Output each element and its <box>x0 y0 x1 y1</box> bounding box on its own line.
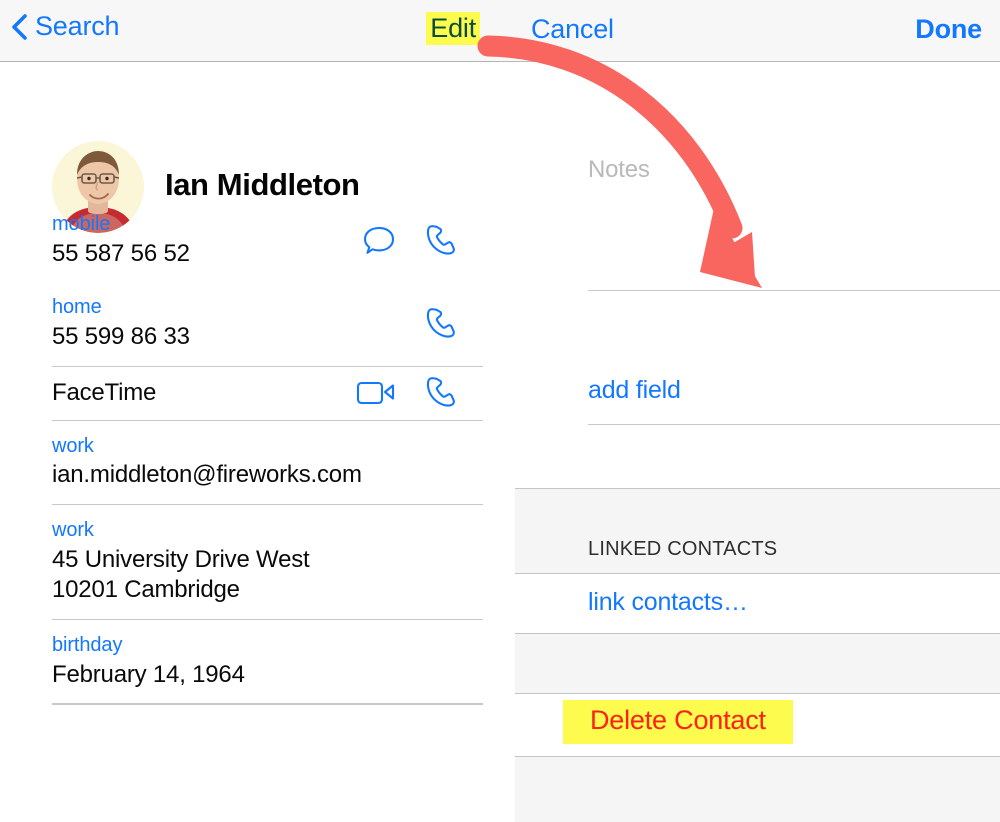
notes-field[interactable]: Notes <box>500 134 1000 291</box>
phone-handset-icon[interactable] <box>422 375 458 411</box>
edit-button[interactable]: Edit <box>426 12 480 45</box>
contact-field-row[interactable]: home 55 599 86 33 <box>0 282 500 365</box>
contact-field-value: ian.middleton@fireworks.com <box>52 461 362 489</box>
contact-field-row[interactable]: FaceTime <box>0 367 500 420</box>
contact-field-label: birthday <box>52 633 123 656</box>
chevron-left-icon <box>10 13 28 41</box>
linked-contacts-section-label: LINKED CONTACTS <box>588 538 778 560</box>
message-bubble-icon[interactable] <box>362 225 396 257</box>
left-navbar: Search Edit <box>0 0 500 62</box>
contact-name: Ian Middleton <box>165 167 360 202</box>
back-to-search-button[interactable]: Search <box>10 11 120 42</box>
screenshot-root: Search Edit Ian Middleton mobile 55 587 … <box>0 0 1000 822</box>
bottom-spacer-band <box>515 756 1000 822</box>
link-contacts-row[interactable]: link contacts… <box>500 575 1000 632</box>
link-contacts-label: link contacts… <box>588 588 748 616</box>
phone-handset-icon[interactable] <box>422 306 458 342</box>
phone-handset-icon[interactable] <box>422 223 458 259</box>
contact-header: Ian Middleton <box>0 62 500 233</box>
contact-detail-panel: Search Edit Ian Middleton mobile 55 587 … <box>0 0 500 822</box>
back-button-label: Search <box>35 11 120 41</box>
contact-field-label: work <box>52 434 94 457</box>
linked-contacts-section-header: LINKED CONTACTS <box>515 488 1000 574</box>
notes-placeholder: Notes <box>588 156 650 183</box>
contact-field-actions <box>362 223 458 259</box>
cancel-button[interactable]: Cancel <box>531 14 614 45</box>
contact-edit-panel: Cancel Done Notes add field LINKED CONTA… <box>500 0 1000 822</box>
add-field-separator <box>588 424 1000 425</box>
contact-fields-list: mobile 55 587 56 52 home 55 599 86 33 FaceTi… <box>0 199 500 706</box>
contact-field-value: February 14, 1964 <box>52 660 245 688</box>
field-separator <box>52 704 483 706</box>
video-camera-icon[interactable] <box>356 379 396 407</box>
contact-field-row[interactable]: work 45 University Drive West 10201 Cambri… <box>0 505 500 619</box>
contact-field-value: 45 University Drive West 10201 Cambridge <box>52 545 310 604</box>
contact-field-actions <box>356 375 458 411</box>
delete-contact-row[interactable]: Delete Contact <box>500 694 1000 756</box>
contact-field-row[interactable]: mobile 55 587 56 52 <box>0 199 500 282</box>
right-navbar: Cancel Done <box>500 0 1000 62</box>
contact-field-actions <box>422 306 458 342</box>
contact-field-label: work <box>52 518 94 541</box>
delete-contact-button[interactable]: Delete Contact <box>563 700 793 744</box>
contact-field-row[interactable]: birthday February 14, 1964 <box>0 620 500 703</box>
contact-field-row[interactable]: work ian.middleton@fireworks.com <box>0 421 500 504</box>
add-field-button[interactable]: add field <box>588 376 681 405</box>
notes-separator <box>588 290 1000 291</box>
section-spacer-band <box>515 633 1000 694</box>
done-button[interactable]: Done <box>915 14 982 45</box>
